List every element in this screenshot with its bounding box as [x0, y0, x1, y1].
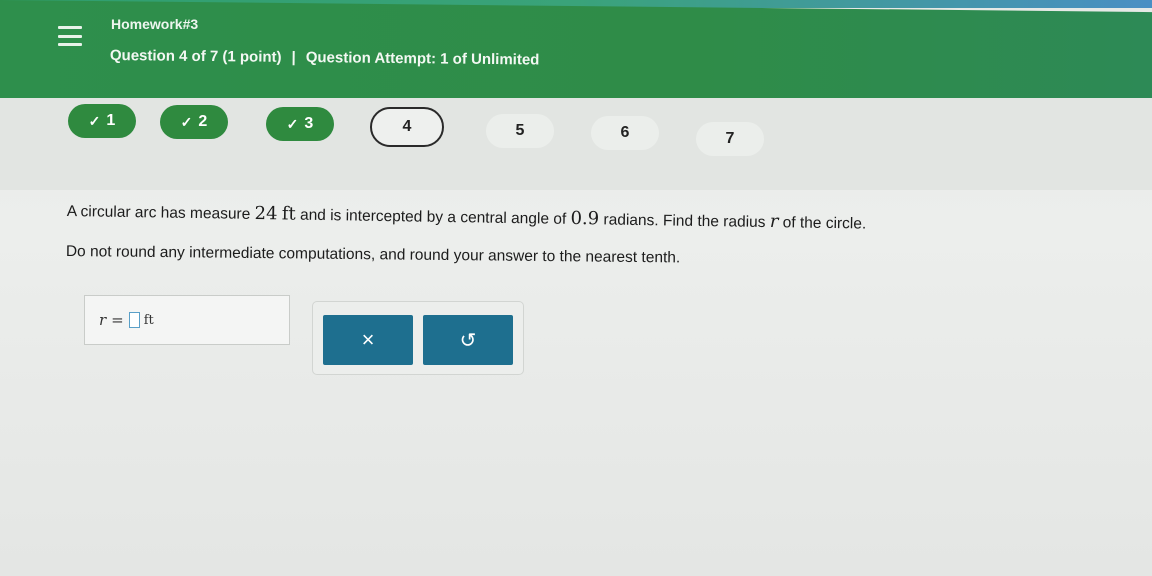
separator: | — [291, 48, 296, 66]
action-panel: × ↺ — [312, 301, 524, 375]
answer-variable: r — [99, 311, 107, 329]
undo-button[interactable]: ↺ — [423, 315, 513, 365]
question-nav-7[interactable]: 7 — [696, 122, 764, 156]
arc-value: 24 — [254, 202, 278, 225]
question-nav-label: 7 — [725, 130, 735, 147]
question-text-part: A circular arc has measure — [66, 202, 255, 223]
header-content: Homework#3 Question 4 of 7 (1 point) | Que… — [0, 0, 1152, 98]
arc-unit: ft — [281, 203, 296, 225]
attempt-info: Question Attempt: 1 of Unlimited — [305, 49, 540, 69]
question-navigation: ✓ 1 ✓ 2 ✓ 3 4 5 6 7 — [0, 98, 1152, 190]
assignment-title: Homework#3 — [111, 16, 199, 32]
check-icon: ✓ — [286, 115, 299, 132]
question-info-line: Question 4 of 7 (1 point) | Question Attem… — [110, 47, 540, 68]
undo-icon: ↺ — [459, 329, 477, 352]
question-nav-5[interactable]: 5 — [486, 114, 554, 148]
question-nav-label: 4 — [402, 118, 412, 135]
hamburger-menu-icon[interactable] — [58, 26, 82, 46]
question-text-part: radians. Find the radius — [599, 211, 770, 232]
question-nav-label: 1 — [106, 112, 116, 129]
question-text: A circular arc has measure 24 ft and is … — [67, 200, 1127, 238]
answer-input[interactable] — [128, 312, 140, 328]
question-nav-1[interactable]: ✓ 1 — [68, 104, 136, 138]
check-icon: ✓ — [88, 112, 101, 129]
question-text-part: and is intercepted by a central angle of — [295, 206, 571, 228]
clear-button[interactable]: × — [323, 315, 413, 365]
question-nav-label: 2 — [198, 113, 208, 130]
check-icon: ✓ — [180, 113, 193, 130]
question-nav-6[interactable]: 6 — [591, 116, 659, 150]
question-nav-3[interactable]: ✓ 3 — [266, 107, 334, 141]
question-nav-4[interactable]: 4 — [370, 107, 444, 147]
question-text-part: of the circle. — [778, 214, 867, 233]
close-icon: × — [361, 327, 375, 352]
question-info: Question 4 of 7 (1 point) — [109, 47, 282, 66]
question-nav-label: 3 — [304, 115, 314, 132]
equals-sign: = — [111, 311, 124, 329]
answer-unit: ft — [143, 312, 154, 328]
question-nav-label: 6 — [620, 124, 630, 141]
answer-field[interactable]: r = ft — [84, 295, 290, 345]
radius-variable: r — [769, 211, 779, 233]
question-nav-2[interactable]: ✓ 2 — [160, 105, 228, 139]
rounding-instruction: Do not round any intermediate computatio… — [65, 243, 681, 267]
angle-value: 0.9 — [570, 207, 600, 230]
question-nav-label: 5 — [515, 122, 525, 139]
